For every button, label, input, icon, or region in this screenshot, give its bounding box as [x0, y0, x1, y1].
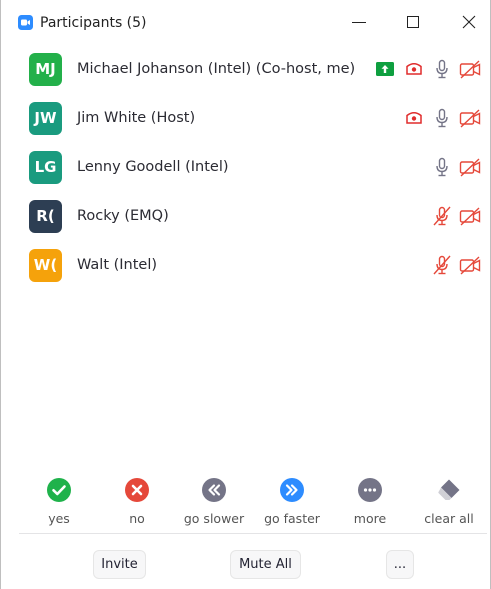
maximize-icon	[407, 16, 419, 28]
microphone-icon[interactable]	[431, 156, 453, 178]
go-slower-button[interactable]: go slower	[174, 470, 254, 530]
close-button[interactable]	[452, 8, 488, 36]
more-options-button[interactable]: ...	[386, 550, 414, 579]
check-icon	[47, 478, 71, 502]
yes-label: yes	[48, 511, 70, 526]
close-icon	[462, 15, 476, 29]
avatar: LG	[29, 151, 62, 184]
clear-all-button[interactable]: clear all	[409, 470, 489, 530]
yes-button[interactable]: yes	[19, 470, 99, 530]
microphone-muted-icon[interactable]	[431, 205, 453, 227]
recording-icon	[403, 58, 425, 80]
feedback-bar: yes no go slower go faster more clear al…	[1, 470, 490, 532]
minimize-icon	[352, 22, 366, 23]
participant-row[interactable]: MJ Michael Johanson (Intel) (Co-host, me…	[1, 45, 491, 93]
no-button[interactable]: no	[97, 470, 177, 530]
video-off-icon[interactable]	[459, 107, 481, 129]
go-slower-label: go slower	[183, 511, 245, 526]
avatar: W(	[29, 249, 62, 282]
video-off-icon[interactable]	[459, 205, 481, 227]
participant-row[interactable]: JW Jim White (Host)	[1, 94, 491, 142]
video-off-icon[interactable]	[459, 254, 481, 276]
double-chevron-left-icon	[202, 478, 226, 502]
minimize-button[interactable]	[342, 8, 378, 36]
avatar: JW	[29, 102, 62, 135]
window-title: Participants (5)	[40, 15, 147, 31]
eraser-icon	[438, 479, 460, 500]
microphone-icon[interactable]	[431, 58, 453, 80]
ellipsis-icon	[358, 478, 382, 502]
double-chevron-right-icon	[280, 478, 304, 502]
title-bar[interactable]: Participants (5)	[1, 0, 490, 44]
participant-row[interactable]: W( Walt (Intel)	[1, 241, 491, 289]
participant-name: Jim White (Host)	[77, 110, 196, 126]
participant-name: Lenny Goodell (Intel)	[77, 159, 229, 175]
more-label: more	[353, 511, 387, 526]
participant-name: Rocky (EMQ)	[77, 208, 169, 224]
participants-window: Participants (5) MJ Michael Johanson (In…	[0, 0, 491, 589]
x-icon	[125, 478, 149, 502]
screen-share-icon	[374, 58, 396, 80]
go-faster-button[interactable]: go faster	[252, 470, 332, 530]
video-off-icon[interactable]	[459, 58, 481, 80]
maximize-button[interactable]	[396, 8, 432, 36]
mute-all-button[interactable]: Mute All	[230, 550, 301, 579]
avatar: R(	[29, 200, 62, 233]
no-label: no	[129, 511, 145, 526]
microphone-icon[interactable]	[431, 107, 453, 129]
divider	[19, 533, 487, 534]
more-reactions-button[interactable]: more	[330, 470, 410, 530]
participant-name: Walt (Intel)	[77, 257, 158, 273]
avatar: MJ	[29, 53, 62, 86]
participant-row[interactable]: LG Lenny Goodell (Intel)	[1, 143, 491, 191]
clear-all-label: clear all	[424, 511, 474, 526]
participant-name: Michael Johanson (Intel) (Co-host, me)	[77, 61, 356, 77]
go-faster-label: go faster	[264, 511, 320, 526]
zoom-app-icon	[18, 15, 33, 30]
invite-button[interactable]: Invite	[93, 550, 146, 579]
microphone-muted-icon[interactable]	[431, 254, 453, 276]
recording-icon	[403, 107, 425, 129]
participant-row[interactable]: R( Rocky (EMQ)	[1, 192, 491, 240]
video-off-icon[interactable]	[459, 156, 481, 178]
